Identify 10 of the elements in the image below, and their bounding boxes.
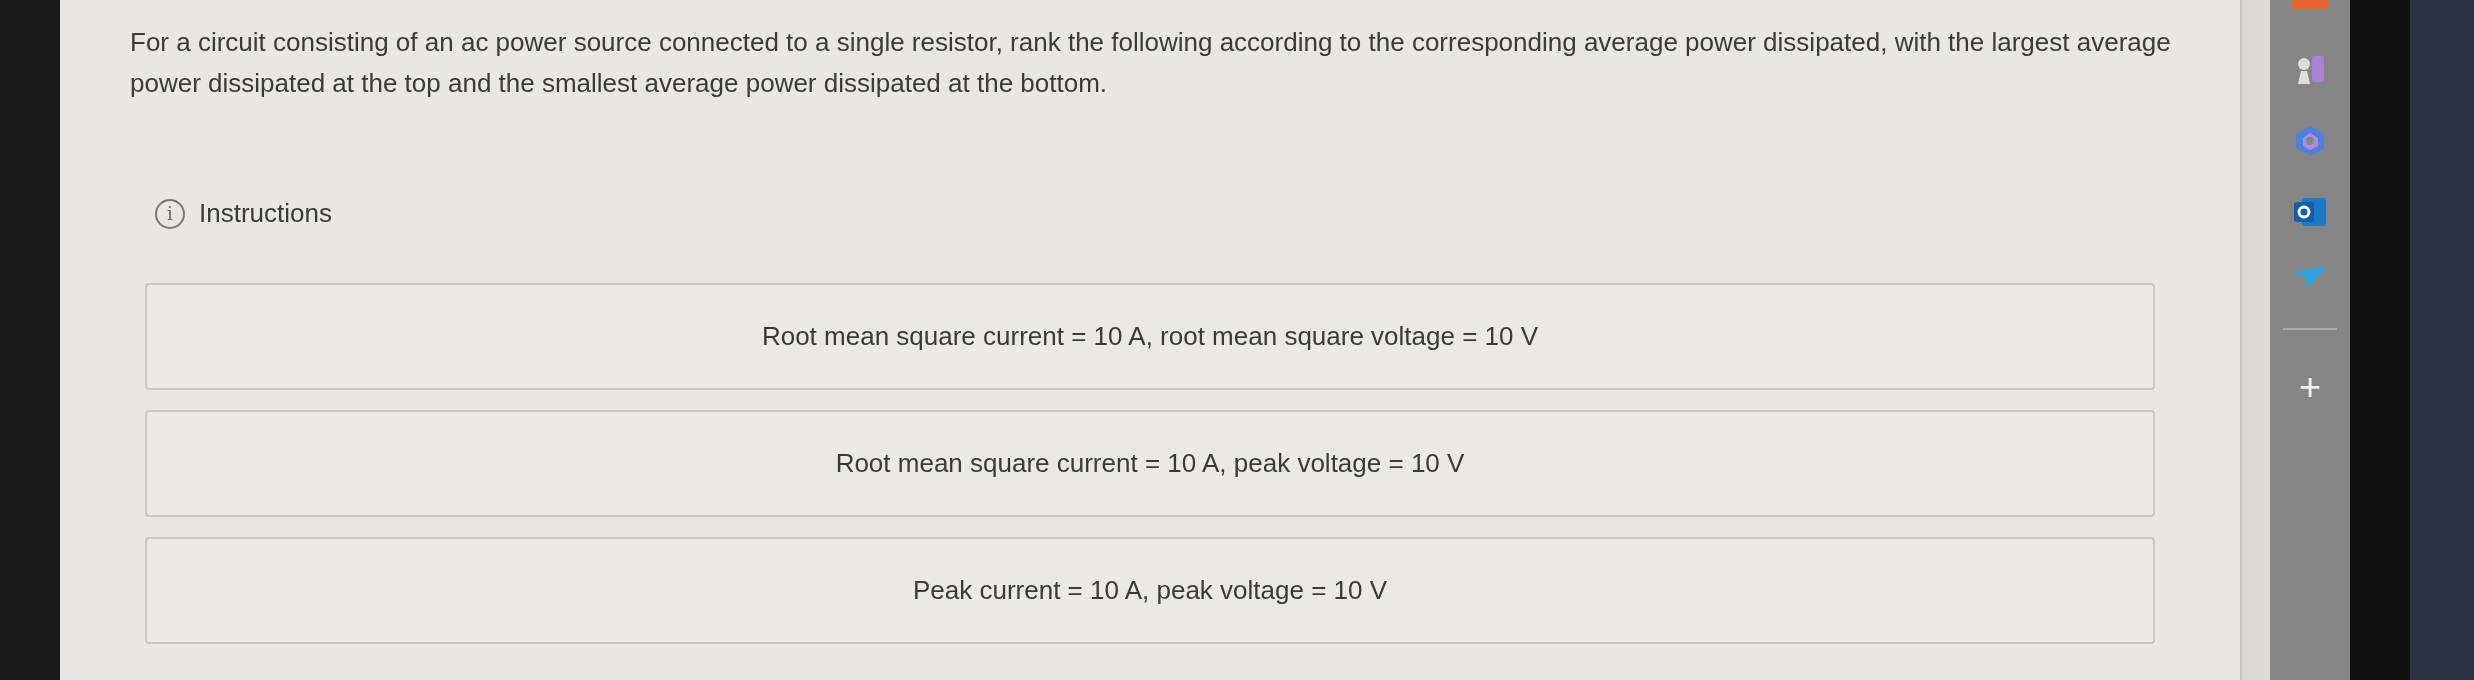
info-icon[interactable]: i: [155, 198, 185, 229]
ranking-item[interactable]: Root mean square current = 10 A, root mean square voltage = 10 V: [145, 283, 2155, 390]
app-icon[interactable]: [2292, 0, 2328, 10]
scrollbar[interactable]: [2240, 0, 2270, 680]
instructions-link[interactable]: Instructions: [199, 194, 332, 233]
mail-icon[interactable]: [2294, 196, 2326, 228]
ranking-item[interactable]: Peak current = 10 A, peak voltage = 10 V: [145, 537, 2155, 644]
paper-plane-icon[interactable]: [2293, 266, 2327, 290]
ranking-item[interactable]: Root mean square current = 10 A, peak voltage = 10 V: [145, 410, 2155, 517]
question-text: For a circuit consisting of an ac power source connected to a single resistor, rank the following according to the corresponding average power dissipated, with the largest average power dissipated at the top and the smallest average power dissipated at the bottom.: [130, 26, 2172, 100]
